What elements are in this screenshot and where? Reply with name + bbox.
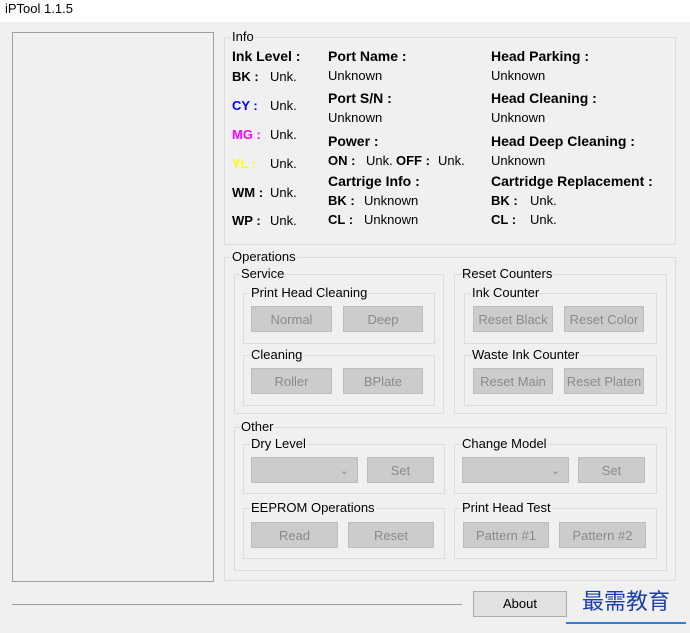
- normal-button[interactable]: Normal: [251, 306, 332, 332]
- power-off-key: OFF :: [396, 153, 430, 168]
- ink-wp-key: WP :: [232, 213, 261, 228]
- dry-level-select[interactable]: ⌄: [251, 457, 358, 483]
- info-legend: Info: [231, 29, 255, 44]
- power-on-value: Unk.: [366, 153, 393, 168]
- power-title: Power :: [328, 133, 379, 149]
- ink-counter-legend: Ink Counter: [471, 285, 541, 300]
- log-panel[interactable]: [12, 32, 214, 582]
- change-model-set-button[interactable]: Set: [578, 457, 645, 483]
- port-name-value: Unknown: [328, 68, 383, 83]
- head-parking-title: Head Parking :: [491, 48, 590, 64]
- chevron-down-icon: ⌄: [550, 465, 560, 477]
- head-parking-value: Unknown: [491, 68, 546, 83]
- eeprom-reset-button[interactable]: Reset: [348, 522, 434, 548]
- ink-yl-value: Unk.: [270, 156, 297, 171]
- cleaning-legend: Cleaning: [250, 347, 304, 362]
- power-on-key: ON :: [328, 153, 356, 168]
- ink-mg-value: Unk.: [270, 127, 297, 142]
- port-sn-title: Port S/N :: [328, 90, 392, 106]
- reset-black-button[interactable]: Reset Black: [473, 306, 553, 332]
- roller-button[interactable]: Roller: [251, 368, 332, 394]
- reset-platen-button[interactable]: Reset Platen: [564, 368, 644, 394]
- head-deep-cleaning-title: Head Deep Cleaning :: [491, 133, 635, 149]
- ink-bk-key: BK :: [232, 69, 259, 84]
- chevron-down-icon: ⌄: [339, 465, 349, 477]
- footer-separator: [12, 604, 462, 605]
- cartrige-cl-value: Unknown: [364, 212, 419, 227]
- ink-bk-value: Unk.: [270, 69, 297, 84]
- ink-wm-value: Unk.: [270, 185, 297, 200]
- ink-wp-value: Unk.: [270, 213, 297, 228]
- operations-legend: Operations: [231, 249, 297, 264]
- reset-main-button[interactable]: Reset Main: [473, 368, 553, 394]
- cartrige-cl-key: CL :: [328, 212, 354, 227]
- bplate-button[interactable]: BPlate: [343, 368, 423, 394]
- ink-yl-key: YL :: [232, 156, 257, 171]
- waste-ink-counter-legend: Waste Ink Counter: [471, 347, 581, 362]
- watermark-logo: 最需教育: [566, 588, 686, 624]
- cartrige-bk-value: Unknown: [364, 193, 419, 208]
- pattern-1-button[interactable]: Pattern #1: [463, 522, 549, 548]
- head-cleaning-title: Head Cleaning :: [491, 90, 597, 106]
- cartrige-info-title: Cartrige Info :: [328, 173, 420, 189]
- replacement-bk-value: Unk.: [530, 193, 557, 208]
- ink-cy-value: Unk.: [270, 98, 297, 113]
- ink-cy-key: CY :: [232, 98, 258, 113]
- read-button[interactable]: Read: [251, 522, 338, 548]
- pattern-2-button[interactable]: Pattern #2: [559, 522, 646, 548]
- port-sn-value: Unknown: [328, 110, 383, 125]
- about-button[interactable]: About: [473, 591, 567, 617]
- replacement-cl-key: CL :: [491, 212, 517, 227]
- cartridge-replacement-title: Cartridge Replacement :: [491, 173, 653, 189]
- dry-level-legend: Dry Level: [250, 436, 307, 451]
- reset-counters-legend: Reset Counters: [461, 266, 554, 281]
- ink-mg-key: MG :: [232, 127, 261, 142]
- port-name-title: Port Name :: [328, 48, 407, 64]
- ink-wm-key: WM :: [232, 185, 264, 200]
- title-bar: iPTool 1.1.5: [0, 0, 690, 22]
- reset-color-button[interactable]: Reset Color: [564, 306, 644, 332]
- power-off-value: Unk.: [438, 153, 465, 168]
- change-model-select[interactable]: ⌄: [462, 457, 569, 483]
- ink-level-title: Ink Level :: [232, 48, 301, 64]
- head-cleaning-value: Unknown: [491, 110, 546, 125]
- head-deep-cleaning-value: Unknown: [491, 153, 546, 168]
- service-legend: Service: [240, 266, 286, 281]
- other-legend: Other: [240, 419, 275, 434]
- dry-level-set-button[interactable]: Set: [367, 457, 434, 483]
- replacement-cl-value: Unk.: [530, 212, 557, 227]
- window-title: iPTool 1.1.5: [5, 1, 73, 16]
- print-head-cleaning-legend: Print Head Cleaning: [250, 285, 369, 300]
- print-head-test-legend: Print Head Test: [461, 500, 552, 515]
- eeprom-legend: EEPROM Operations: [250, 500, 376, 515]
- deep-button[interactable]: Deep: [343, 306, 423, 332]
- cartrige-bk-key: BK :: [328, 193, 355, 208]
- replacement-bk-key: BK :: [491, 193, 518, 208]
- change-model-legend: Change Model: [461, 436, 548, 451]
